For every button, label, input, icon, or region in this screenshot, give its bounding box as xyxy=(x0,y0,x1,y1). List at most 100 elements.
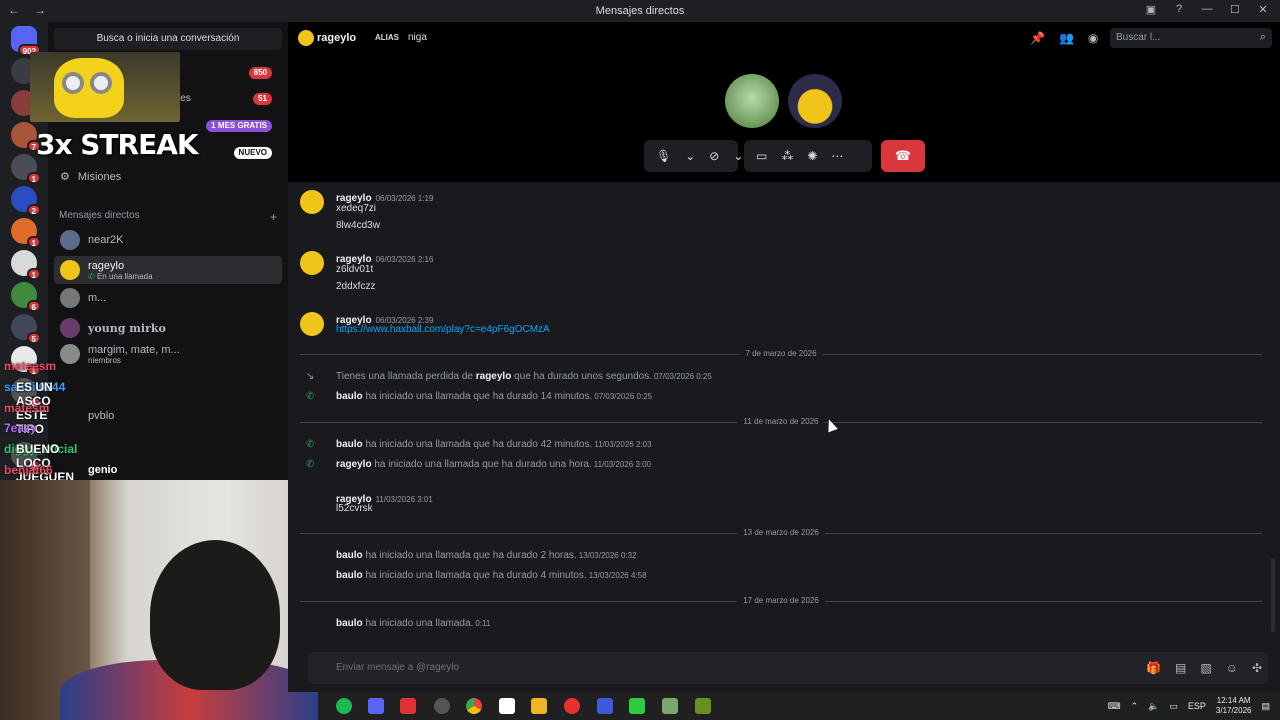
discord-icon[interactable] xyxy=(368,698,384,714)
dm-item[interactable]: near2K xyxy=(54,226,282,254)
opera-icon[interactable] xyxy=(564,698,580,714)
chat-overlay-line: mateesm xyxy=(4,359,57,373)
hang-up-button[interactable]: ☎ xyxy=(881,140,925,172)
server-badge: 1 xyxy=(26,268,41,280)
notifications-icon[interactable]: ▤ xyxy=(1261,701,1270,712)
audio-controls: 🎙 ⌄ ⊘ ⌄ xyxy=(644,140,743,172)
app-icon[interactable] xyxy=(662,698,678,714)
server-icon[interactable]: 2 xyxy=(11,186,41,216)
message-text: l52cvrsk xyxy=(336,503,373,514)
screen-share-icon[interactable]: ▭ xyxy=(756,149,767,163)
missions-nav[interactable]: ⚙ Misiones xyxy=(60,170,121,184)
server-icon[interactable]: 5 xyxy=(11,314,41,344)
maximize-button[interactable]: ☐ xyxy=(1228,3,1242,16)
system-message: baulo ha iniciado una llamada. 0:11 xyxy=(336,618,491,629)
soundboard-icon[interactable]: ✺ xyxy=(807,149,817,163)
search-input[interactable]: Buscar l... ⌕ xyxy=(1110,28,1272,48)
chat-overlay-line: 7eazy xyxy=(4,421,37,435)
alias-label: ALIAS xyxy=(375,33,399,42)
phone-icon: ✆ xyxy=(88,271,95,281)
minion-emote-image xyxy=(30,52,180,122)
chevron-down-icon[interactable]: ⌄ xyxy=(733,149,743,163)
minion-shape xyxy=(54,58,124,118)
friends-badge: 850 xyxy=(248,67,272,79)
avatar[interactable] xyxy=(300,312,324,336)
server-icon[interactable]: 1 xyxy=(11,250,41,280)
server-badge: 2 xyxy=(26,204,41,216)
server-icon[interactable]: 1 xyxy=(11,154,41,184)
message-composer[interactable]: Enviar mensaje a @rageylo 🎁 ▤ ▧ ☺ ✣ xyxy=(308,652,1268,684)
dm-item-active[interactable]: rageylo ✆ En una llamada xyxy=(54,256,282,284)
avatar xyxy=(60,288,80,308)
sticker-icon[interactable]: ▧ xyxy=(1200,661,1211,675)
more-icon[interactable]: ⋯ xyxy=(831,149,843,163)
dm-name: margim, mate, m... xyxy=(88,343,180,356)
dm-name: m... xyxy=(88,292,107,304)
clock[interactable]: 12:14 AM 3/17/2026 xyxy=(1216,696,1252,716)
avatar xyxy=(298,30,314,46)
dm-item[interactable]: pvblo xyxy=(54,402,282,430)
title-bar: ← → Mensajes directos ▣ ? — ☐ ✕ xyxy=(0,0,1280,22)
folder-icon[interactable] xyxy=(531,698,547,714)
message-link[interactable]: https://www.haxball.com/play?c=e4pF6gOCM… xyxy=(336,324,550,335)
apps-icon[interactable]: ✣ xyxy=(1252,661,1262,675)
close-button[interactable]: ✕ xyxy=(1256,3,1270,16)
message-list: rageylo 06/03/2026 1:19 xedeq7zi 8lw4cd3w… xyxy=(288,182,1280,648)
dm-item[interactable]: m... xyxy=(54,284,282,312)
microphone-icon[interactable]: 🎙 xyxy=(656,149,671,163)
server-badge: 1 xyxy=(26,236,41,248)
streak-overlay: 3x STREAK xyxy=(36,128,199,161)
keyboard-icon[interactable]: ⌨ xyxy=(1108,701,1121,712)
home-button[interactable]: 902 xyxy=(11,26,41,56)
network-icon[interactable]: ▭ xyxy=(1169,701,1178,712)
minimize-button[interactable]: — xyxy=(1200,3,1214,16)
gif-icon[interactable]: ▤ xyxy=(1175,661,1186,675)
dm-name: pvblo xyxy=(88,410,115,422)
chevron-down-icon[interactable]: ⌄ xyxy=(685,149,695,163)
system-message: rageylo ha iniciado una llamada que ha d… xyxy=(336,459,651,470)
call-icon: ✆ xyxy=(306,439,315,450)
date-divider: 13 de marzo de 2026 xyxy=(300,528,1262,537)
app-icon[interactable] xyxy=(597,698,613,714)
missions-icon: ⚙ xyxy=(60,171,70,183)
activities-icon[interactable]: ⁂ xyxy=(781,149,793,163)
composer-placeholder: Enviar mensaje a @rageylo xyxy=(336,662,459,673)
spotify-icon[interactable] xyxy=(336,698,352,714)
app-icon[interactable] xyxy=(400,698,416,714)
chevron-up-icon[interactable]: ⌃ xyxy=(1131,701,1139,712)
language-indicator[interactable]: ESP xyxy=(1188,701,1206,711)
volume-icon[interactable]: 🔈 xyxy=(1148,701,1159,712)
create-dm-icon[interactable]: + xyxy=(270,210,277,224)
call-icon: ✆ xyxy=(306,391,315,402)
dm-name: genio xyxy=(88,464,118,476)
dm-header: Mensajes directos + xyxy=(59,210,277,224)
main-chat: rageylo ALIAS niga 📌 👥 ◉ Buscar l... ⌕ 🎙… xyxy=(288,22,1280,692)
pin-icon[interactable]: 📌 xyxy=(1030,31,1045,45)
add-friends-icon[interactable]: 👥 xyxy=(1059,31,1074,45)
find-conversation-button[interactable]: Busca o inicia una conversación xyxy=(54,28,282,50)
gift-icon[interactable]: 🎁 xyxy=(1146,661,1161,675)
system-message: Tienes una llamada perdida de rageylo qu… xyxy=(336,371,712,382)
help-icon[interactable]: ? xyxy=(1172,3,1186,16)
avatar[interactable] xyxy=(300,190,324,214)
app-icon[interactable] xyxy=(434,698,450,714)
dm-item[interactable]: young mirko xyxy=(54,314,282,342)
inbox-icon[interactable]: ▣ xyxy=(1144,3,1158,16)
server-badge: 5 xyxy=(26,332,41,344)
chat-username[interactable]: rageylo xyxy=(317,32,356,44)
chrome-icon[interactable] xyxy=(466,698,482,714)
dm-item[interactable]: margim, mate, m... niembros xyxy=(54,340,282,368)
minecraft-icon[interactable] xyxy=(695,698,711,714)
scrollbar[interactable] xyxy=(1271,558,1275,632)
camera-off-icon[interactable]: ⊘ xyxy=(709,149,719,163)
server-icon[interactable]: 1 xyxy=(11,218,41,248)
server-icon[interactable]: 7 xyxy=(11,122,41,152)
kick-icon[interactable] xyxy=(629,698,645,714)
system-message: baulo ha iniciado una llamada que ha dur… xyxy=(336,550,637,561)
server-icon[interactable]: 6 xyxy=(11,282,41,312)
emoji-icon[interactable]: ☺ xyxy=(1226,661,1238,675)
avatar xyxy=(60,318,80,338)
app-icon[interactable] xyxy=(499,698,515,714)
profile-icon[interactable]: ◉ xyxy=(1088,31,1098,45)
avatar[interactable] xyxy=(300,251,324,275)
